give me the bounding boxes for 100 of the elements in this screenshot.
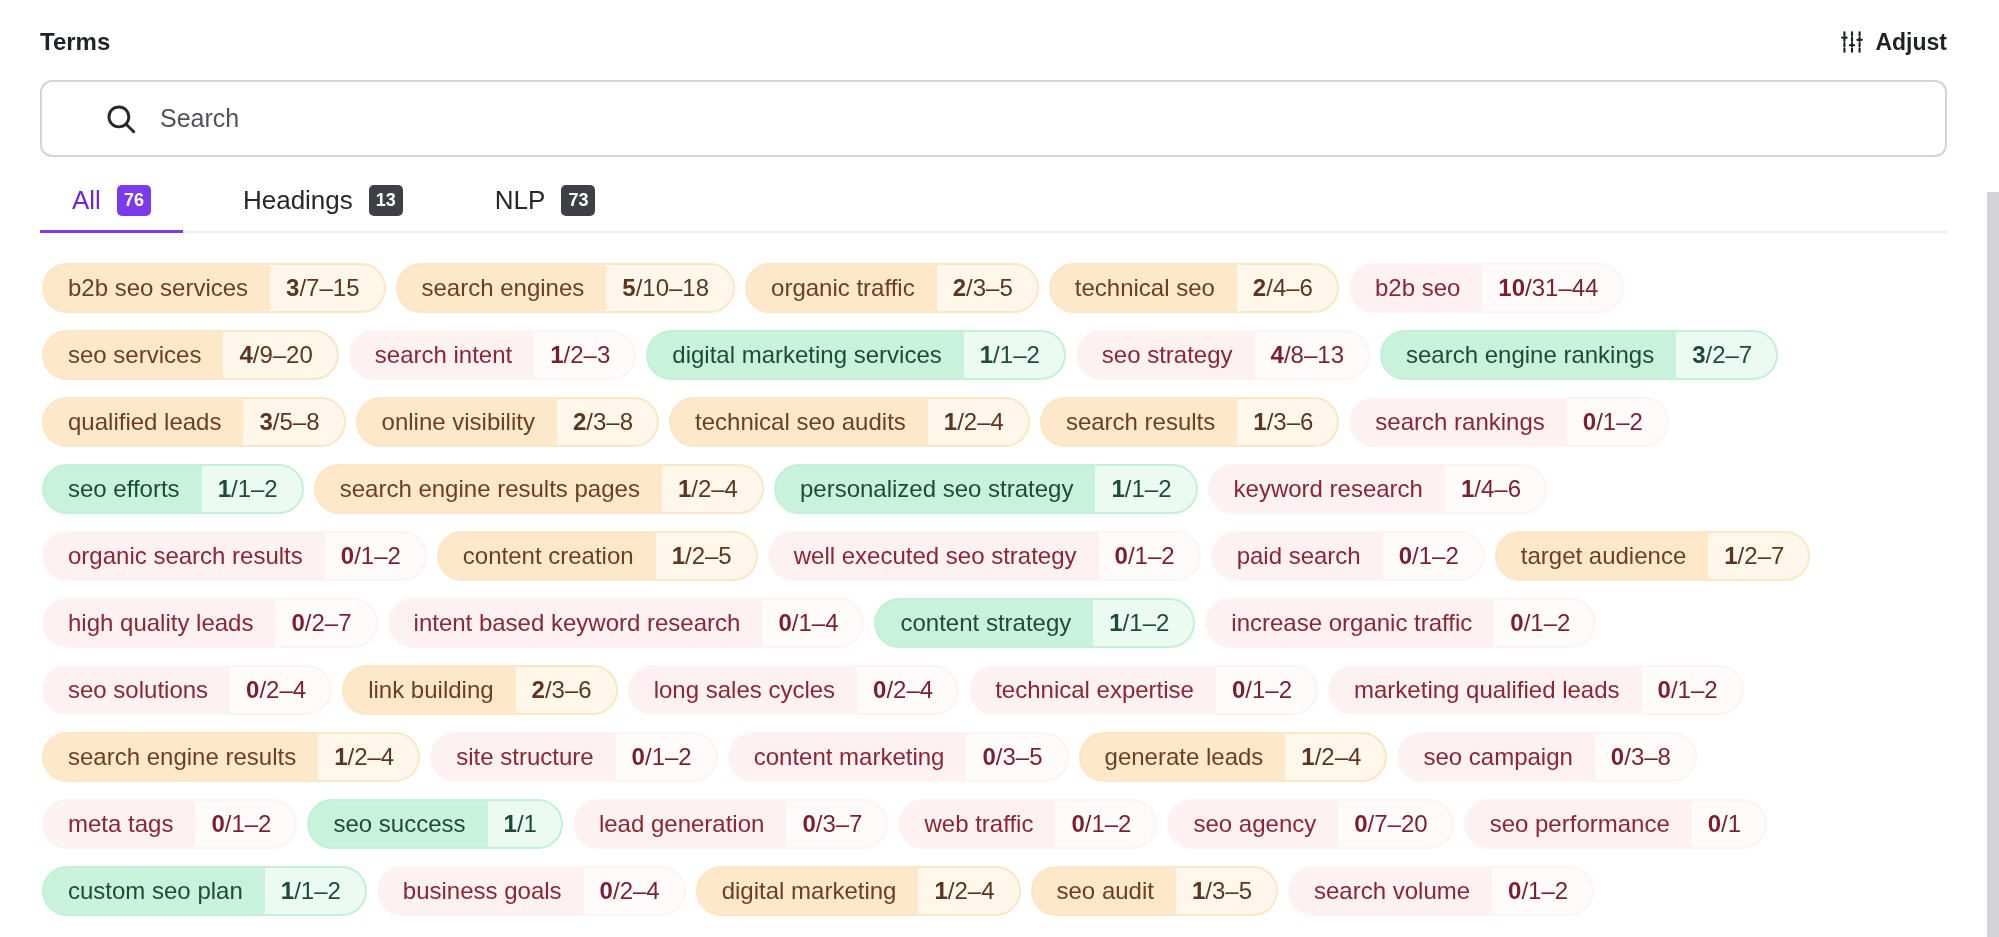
term-chip[interactable]: organic traffic 2/3–5 [745, 263, 1039, 313]
term-chip[interactable]: content creation 1/2–5 [436, 531, 758, 581]
term-name: seo audit [1055, 876, 1155, 906]
term-chip[interactable]: business goals 0/2–4 [376, 866, 686, 916]
term-count: 0/3–8 [1594, 734, 1695, 780]
term-chip[interactable]: site structure 0/1–2 [430, 732, 718, 782]
term-chip[interactable]: meta tags 0/1–2 [42, 799, 298, 849]
term-chip[interactable]: generate leads 1/2–4 [1078, 732, 1388, 782]
term-count: 0/1–2 [1494, 600, 1595, 646]
term-chip[interactable]: organic search results 0/1–2 [42, 531, 427, 581]
term-count: 3/5–8 [243, 399, 344, 445]
count-badge: 76 [116, 185, 151, 216]
term-chip[interactable]: search intent 1/2–3 [348, 330, 637, 380]
term-name: site structure [455, 742, 595, 772]
term-chip[interactable]: search rankings 0/1–2 [1349, 397, 1669, 447]
adjust-button[interactable]: Adjust [1839, 24, 1947, 60]
term-count: 0/2–4 [230, 667, 331, 713]
term-count: 0/1–2 [195, 801, 296, 847]
term-count: 0/3–7 [786, 801, 887, 847]
term-chip[interactable]: search volume 0/1–2 [1288, 866, 1595, 916]
term-count: 1/2–4 [918, 868, 1019, 914]
term-count: 3/2–7 [1676, 332, 1777, 378]
term-chip[interactable]: technical expertise 0/1–2 [969, 665, 1319, 715]
term-name: web traffic [923, 809, 1035, 839]
term-count: 1/2–4 [661, 466, 762, 512]
tab[interactable]: Headings 13 [210, 171, 435, 233]
term-name: search engine results [67, 742, 298, 772]
term-chip[interactable]: keyword research 1/4–6 [1207, 464, 1548, 514]
term-chip[interactable]: high quality leads 0/2–7 [42, 598, 378, 648]
term-chip[interactable]: search results 1/3–6 [1039, 397, 1340, 447]
term-count: 1/1–2 [201, 466, 302, 512]
term-name: search rankings [1374, 407, 1546, 437]
search-field[interactable]: Search [40, 80, 1947, 157]
term-chip[interactable]: marketing qualified leads 0/1–2 [1328, 665, 1744, 715]
term-chip[interactable]: content strategy 1/1–2 [874, 598, 1196, 648]
term-name: organic traffic [770, 273, 916, 303]
term-chip[interactable]: intent based keyword research 0/1–4 [387, 598, 865, 648]
term-name: paid search [1235, 541, 1362, 571]
term-name: search engine rankings [1405, 340, 1656, 370]
term-chip[interactable]: search engine results 1/2–4 [42, 732, 421, 782]
term-count: 0/1–4 [762, 600, 863, 646]
term-chip[interactable]: qualified leads 3/5–8 [42, 397, 346, 447]
term-chip[interactable]: search engine results pages 1/2–4 [313, 464, 764, 514]
term-chip[interactable]: search engine rankings 3/2–7 [1380, 330, 1779, 380]
term-count: 1/2–4 [927, 399, 1028, 445]
term-count: 1/2–7 [1708, 533, 1809, 579]
term-chip[interactable]: b2b seo services 3/7–15 [42, 263, 386, 313]
term-count: 0/2–4 [857, 667, 958, 713]
term-chip[interactable]: seo campaign 0/3–8 [1397, 732, 1697, 782]
term-name: search intent [373, 340, 514, 370]
term-name: well executed seo strategy [792, 541, 1078, 571]
term-name: meta tags [67, 809, 175, 839]
term-name: organic search results [67, 541, 304, 571]
term-count: 2/3–8 [556, 399, 657, 445]
term-chip[interactable]: b2b seo 10/31–44 [1348, 263, 1625, 313]
term-count: 1/2–4 [318, 734, 419, 780]
term-chip[interactable]: lead generation 0/3–7 [572, 799, 889, 849]
term-chip[interactable]: seo audit 1/3–5 [1030, 866, 1278, 916]
term-chip[interactable]: personalized seo strategy 1/1–2 [773, 464, 1198, 514]
term-count: 0/1–2 [1492, 868, 1593, 914]
term-chip[interactable]: online visibility 2/3–8 [355, 397, 659, 447]
term-chip[interactable]: target audience 1/2–7 [1494, 531, 1811, 581]
term-chip[interactable]: long sales cycles 0/2–4 [627, 665, 960, 715]
term-chip[interactable]: seo strategy 4/8–13 [1075, 330, 1370, 380]
sliders-icon [1839, 29, 1866, 55]
term-count: 1/2–3 [534, 332, 635, 378]
term-chip[interactable]: well executed seo strategy 0/1–2 [767, 531, 1201, 581]
term-chip[interactable]: seo performance 0/1 [1463, 799, 1768, 849]
term-count: 1/1–2 [264, 868, 365, 914]
term-chip[interactable]: increase organic traffic 0/1–2 [1205, 598, 1597, 648]
term-chip[interactable]: seo success 1/1 [307, 799, 563, 849]
tab[interactable]: All 76 [40, 171, 183, 233]
tab[interactable]: NLP 73 [462, 171, 628, 233]
term-name: technical seo [1073, 273, 1216, 303]
term-chip[interactable]: technical seo 2/4–6 [1048, 263, 1339, 313]
term-chip[interactable]: seo agency 0/7–20 [1167, 799, 1454, 849]
term-chip[interactable]: link building 2/3–6 [342, 665, 618, 715]
term-chip[interactable]: search engines 5/10–18 [395, 263, 736, 313]
term-count: 0/1–2 [1382, 533, 1483, 579]
term-chip[interactable]: seo services 4/9–20 [42, 330, 339, 380]
term-count: 3/7–15 [270, 265, 384, 311]
term-chip[interactable]: paid search 0/1–2 [1210, 531, 1485, 581]
term-name: content creation [461, 541, 635, 571]
term-chip[interactable]: digital marketing services 1/1–2 [646, 330, 1066, 380]
term-chip[interactable]: seo efforts 1/1–2 [42, 464, 304, 514]
term-chip[interactable]: seo solutions 0/2–4 [42, 665, 333, 715]
term-count: 1/4–6 [1444, 466, 1546, 512]
term-count: 4/9–20 [223, 332, 337, 378]
term-name: personalized seo strategy [798, 474, 1075, 504]
term-chip[interactable]: web traffic 0/1–2 [898, 799, 1158, 849]
term-chip[interactable]: content marketing 0/3–5 [727, 732, 1069, 782]
scrollbar[interactable] [1987, 192, 1999, 937]
term-count: 0/1–2 [1098, 533, 1199, 579]
term-chip[interactable]: digital marketing 1/2–4 [695, 866, 1021, 916]
term-name: technical seo audits [694, 407, 907, 437]
term-count: 1/3–5 [1175, 868, 1276, 914]
term-chip[interactable]: technical seo audits 1/2–4 [669, 397, 1030, 447]
term-count: 0/7–20 [1338, 801, 1452, 847]
term-name: target audience [1519, 541, 1688, 571]
term-chip[interactable]: custom seo plan 1/1–2 [42, 866, 367, 916]
